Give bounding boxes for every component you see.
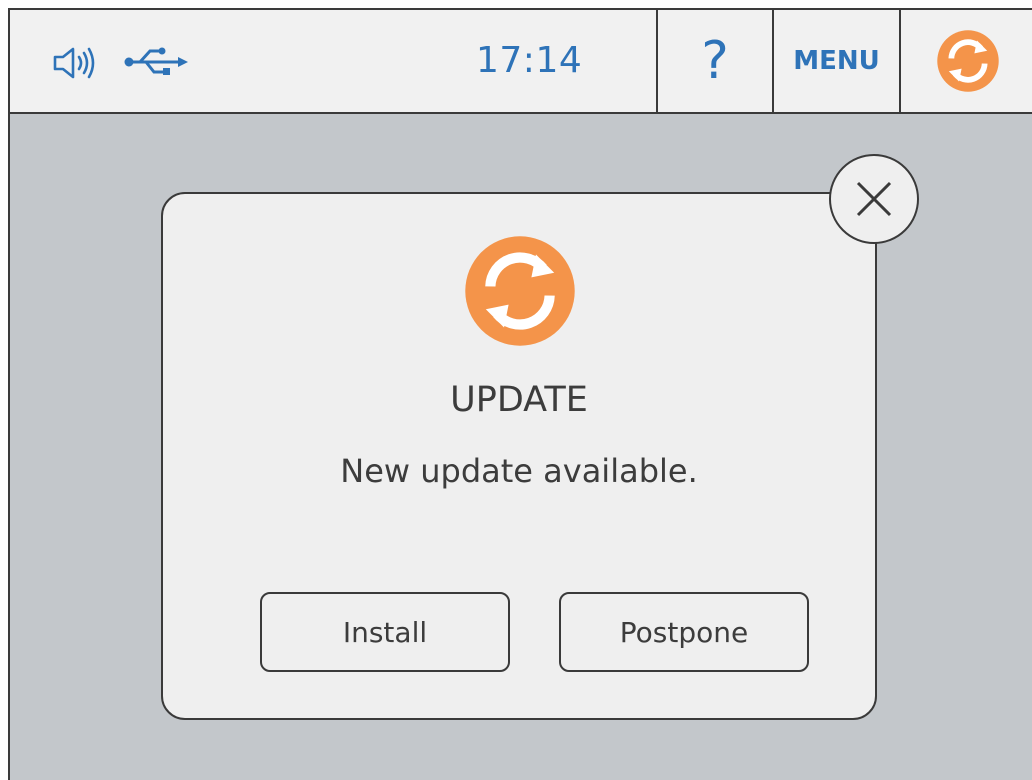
close-icon <box>856 181 892 217</box>
sync-icon <box>465 236 575 346</box>
status-bar: 17:14 ? MENU <box>10 10 1032 114</box>
status-indicators: 17:14 <box>10 10 656 112</box>
menu-button[interactable]: MENU <box>772 10 899 112</box>
help-button[interactable]: ? <box>656 10 772 112</box>
help-icon: ? <box>701 31 729 91</box>
install-button[interactable]: Install <box>260 592 510 672</box>
device-screen: 17:14 ? MENU UPDATE New update available… <box>8 8 1032 780</box>
speaker-icon[interactable] <box>52 46 100 80</box>
menu-label: MENU <box>793 46 880 76</box>
postpone-button[interactable]: Postpone <box>559 592 809 672</box>
clock-time: 17:14 <box>476 40 583 81</box>
update-status-button[interactable] <box>899 10 1032 112</box>
dialog-message: New update available. <box>340 452 698 490</box>
update-dialog: UPDATE New update available. Install Pos… <box>161 192 877 720</box>
usb-icon <box>124 47 188 75</box>
close-dialog-button[interactable] <box>829 154 919 244</box>
sync-icon <box>936 30 999 92</box>
dialog-title: UPDATE <box>450 380 588 420</box>
